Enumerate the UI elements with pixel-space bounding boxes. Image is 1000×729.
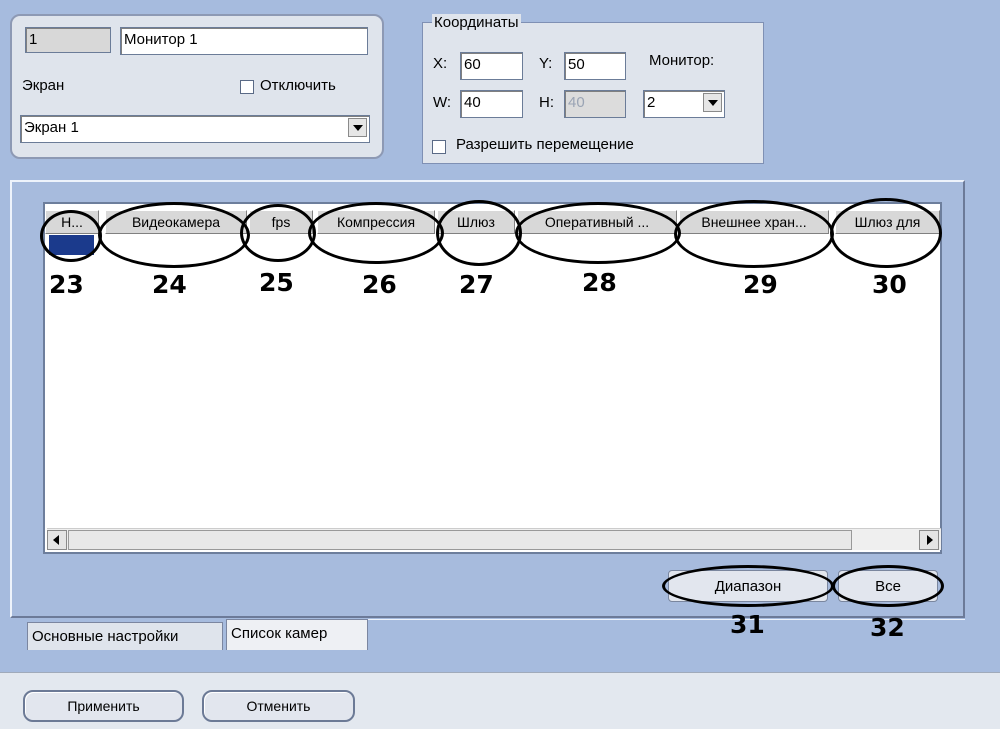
- annotation-oval-28: [515, 202, 681, 264]
- monitor-select-value: 2: [647, 94, 656, 111]
- annotation-oval-24: [98, 202, 250, 268]
- annotation-oval-23: [40, 210, 102, 262]
- annotation-number-31: 31: [730, 610, 765, 639]
- cancel-button[interactable]: Отменить: [202, 690, 355, 722]
- h-size-field: 40: [564, 90, 626, 118]
- h-label: H:: [539, 94, 554, 111]
- annotation-number-29: 29: [743, 270, 778, 299]
- annotation-oval-27: [436, 200, 522, 266]
- coordinates-group: Координаты X: 60 Y: 50 Монитор: W: 40 H:…: [422, 14, 764, 164]
- y-coordinate-field[interactable]: 50: [564, 52, 626, 80]
- scrollbar-thumb[interactable]: [68, 530, 852, 550]
- screen-select-value: Экран 1: [24, 119, 79, 136]
- horizontal-scrollbar[interactable]: [47, 528, 941, 550]
- annotation-number-27: 27: [459, 270, 494, 299]
- annotation-oval-25: [240, 204, 316, 262]
- tab-main-settings[interactable]: Основные настройки: [27, 622, 223, 650]
- allow-move-checkbox[interactable]: [432, 140, 446, 154]
- annotation-number-28: 28: [582, 268, 617, 297]
- tab-camera-list[interactable]: Список камер: [226, 619, 368, 650]
- y-label: Y:: [539, 55, 553, 72]
- monitor-id-field[interactable]: 1: [25, 27, 111, 53]
- annotation-oval-30: [830, 198, 942, 268]
- annotation-number-23: 23: [49, 270, 84, 299]
- annotation-number-32: 32: [870, 613, 905, 642]
- x-coordinate-field[interactable]: 60: [460, 52, 523, 80]
- apply-button[interactable]: Применить: [23, 690, 184, 722]
- annotation-number-24: 24: [152, 270, 187, 299]
- monitor-name-field[interactable]: Монитор 1: [120, 27, 368, 55]
- annotation-number-26: 26: [362, 270, 397, 299]
- coordinates-group-label: Координаты: [432, 14, 521, 31]
- annotation-oval-32: [832, 565, 944, 607]
- annotation-number-30: 30: [872, 270, 907, 299]
- scroll-left-icon[interactable]: [47, 530, 67, 550]
- chevron-down-icon[interactable]: [703, 93, 722, 112]
- screen-select[interactable]: Экран 1: [20, 115, 370, 143]
- chevron-down-icon[interactable]: [348, 118, 367, 137]
- w-label: W:: [433, 94, 452, 111]
- allow-move-label: Разрешить перемещение: [456, 136, 634, 153]
- disable-label: Отключить: [260, 77, 336, 94]
- monitor-settings-panel: 1 Монитор 1 Экран Отключить Экран 1: [10, 14, 384, 159]
- monitor-label: Монитор:: [649, 52, 715, 69]
- x-label: X:: [433, 55, 448, 72]
- annotation-number-25: 25: [259, 268, 294, 297]
- monitor-select[interactable]: 2: [643, 90, 725, 118]
- annotation-oval-26: [308, 202, 444, 264]
- annotation-oval-31: [662, 565, 834, 607]
- annotation-oval-29: [674, 200, 834, 268]
- w-size-field[interactable]: 40: [460, 90, 523, 118]
- disable-checkbox[interactable]: [240, 80, 254, 94]
- scroll-right-icon[interactable]: [919, 530, 939, 550]
- screen-label: Экран: [22, 77, 65, 94]
